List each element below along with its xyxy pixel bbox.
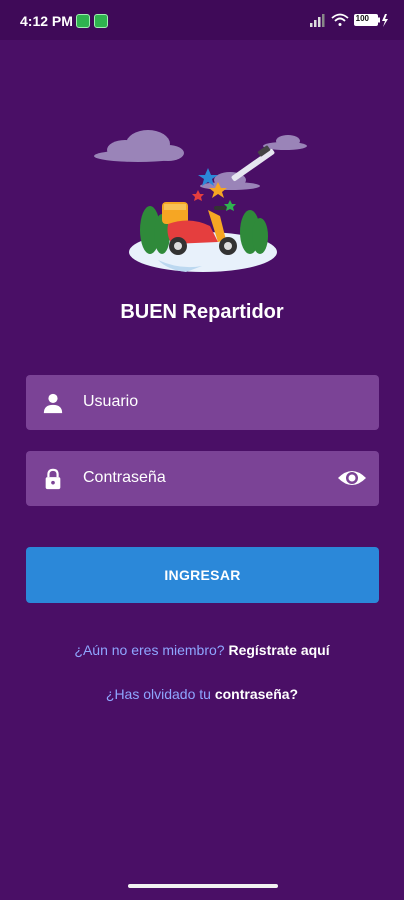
register-prompt: ¿Aún no eres miembro? bbox=[74, 642, 225, 658]
username-field[interactable]: Usuario bbox=[26, 375, 379, 430]
pen-icon bbox=[231, 145, 275, 182]
forgot-password-line: ¿Has olvidado tu contraseña? bbox=[0, 686, 404, 702]
home-indicator[interactable] bbox=[128, 884, 278, 888]
cloud-icon bbox=[94, 130, 307, 190]
lock-icon bbox=[45, 468, 61, 490]
username-placeholder: Usuario bbox=[83, 393, 139, 410]
battery-level: 100 bbox=[355, 14, 369, 23]
status-time: 4:12 PM bbox=[20, 13, 73, 29]
wifi-icon bbox=[331, 13, 349, 26]
notification-icon bbox=[76, 14, 90, 28]
delivery-illustration bbox=[90, 120, 315, 285]
signal-icon bbox=[310, 14, 325, 27]
notification-icon bbox=[94, 14, 108, 28]
app-title: BUEN Repartidor bbox=[120, 301, 284, 323]
password-placeholder: Contraseña bbox=[83, 469, 166, 486]
status-bar: 4:12 PM 100 bbox=[0, 0, 404, 40]
register-line: ¿Aún no eres miembro? Regístrate aquí bbox=[0, 642, 404, 658]
login-button[interactable]: INGRESAR bbox=[26, 547, 379, 603]
eye-icon[interactable] bbox=[337, 466, 367, 490]
charging-icon bbox=[382, 14, 388, 27]
register-link[interactable]: Regístrate aquí bbox=[228, 642, 329, 658]
user-icon bbox=[43, 393, 63, 414]
password-field[interactable]: Contraseña bbox=[26, 451, 379, 506]
status-icons bbox=[310, 12, 390, 28]
forgot-prompt: ¿Has olvidado tu bbox=[105, 686, 211, 702]
forgot-password-link[interactable]: contraseña? bbox=[215, 686, 298, 702]
